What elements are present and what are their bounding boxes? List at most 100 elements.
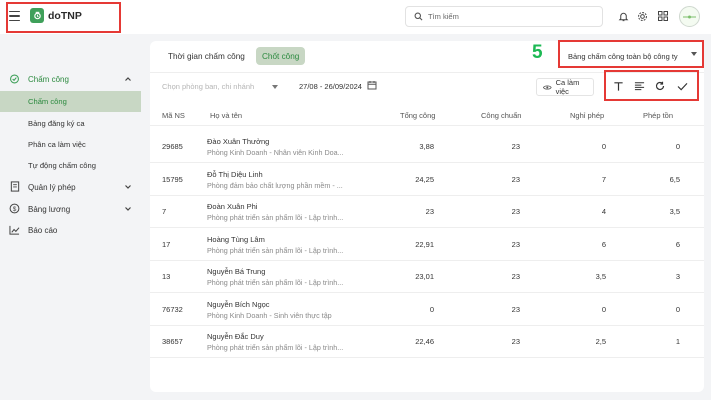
- chevron-up-icon: [125, 77, 131, 81]
- clock-check-icon: [9, 73, 20, 84]
- cell-leave: 2,5: [595, 337, 606, 346]
- cell-employee-name: Đào Xuân Thưởng: [207, 137, 270, 146]
- cell-total: 22,46: [415, 337, 434, 346]
- apps-grid-icon[interactable]: [657, 10, 669, 22]
- align-left-icon[interactable]: [632, 79, 646, 93]
- sidebar-item-bang-dang-ky-ca[interactable]: Bảng đăng ký ca: [0, 113, 141, 134]
- text-format-icon[interactable]: [611, 79, 625, 93]
- sidebar-group-label: Quản lý phép: [28, 182, 76, 192]
- sidebar-group-bang-luong[interactable]: $ Bảng lương: [0, 199, 141, 219]
- annotation-number: 5: [532, 42, 543, 63]
- dept-select[interactable]: Chọn phòng ban, chi nhánh: [162, 82, 254, 91]
- cell-employee-id: 15795: [162, 174, 183, 184]
- cell-standard: 23: [511, 174, 520, 184]
- sidebar-group-cham-cong[interactable]: Chấm công: [0, 69, 141, 89]
- company-select-value: Bảng chấm công toàn bộ công ty: [568, 51, 678, 61]
- column-header-nghi-phep[interactable]: Nghỉ phép: [570, 111, 604, 120]
- search-box[interactable]: [405, 6, 603, 27]
- cell-standard: 23: [511, 207, 520, 216]
- date-range[interactable]: 27/08 - 26/09/2024: [299, 82, 362, 91]
- search-input[interactable]: [428, 12, 598, 21]
- cell-total: 24,25: [415, 174, 434, 184]
- cell-standard: 23: [511, 272, 520, 281]
- tab-chot-cong[interactable]: Chốt công: [256, 47, 306, 65]
- refresh-icon[interactable]: [653, 79, 667, 93]
- cell-remaining: 6,5: [669, 174, 680, 184]
- cell-leave: 0: [601, 304, 606, 314]
- avatar[interactable]: [679, 6, 700, 27]
- shift-button-label: Ca làm việc: [555, 78, 580, 96]
- column-header-cong-chuan[interactable]: Công chuẩn: [481, 111, 521, 120]
- cell-employee-id: 7: [162, 207, 167, 216]
- sidebar-group-label: Chấm công: [28, 74, 69, 84]
- cell-employee-dept: Phòng phát triển sản phẩm lõi - Lập trìn…: [207, 343, 344, 352]
- cell-total: 23,01: [415, 272, 434, 281]
- cell-employee-dept: Phòng đảm bảo chất lượng phần mềm - ...: [207, 180, 343, 190]
- check-icon[interactable]: [675, 79, 689, 93]
- cell-employee-dept: Phòng phát triển sản phẩm lõi - Lập trìn…: [207, 245, 344, 255]
- sidebar-group-label: Bảng lương: [28, 204, 71, 214]
- cell-employee-id: 76732: [162, 304, 183, 314]
- sidebar-item-cham-cong[interactable]: Chấm công: [0, 91, 141, 112]
- cell-remaining: 1: [675, 337, 680, 346]
- caret-down-icon: [272, 85, 278, 89]
- tab-thoi-gian-cham-cong[interactable]: Thời gian chấm công: [168, 47, 245, 65]
- chevron-down-icon: [125, 185, 131, 189]
- sidebar-item-tu-dong[interactable]: Tự động chấm công: [0, 155, 141, 176]
- cell-standard: 23: [511, 337, 520, 346]
- cell-employee-dept: Phòng Kinh Doanh - Nhân viên Kinh Doa...: [207, 148, 344, 157]
- user-avatar-icon: [683, 15, 696, 18]
- cell-total: 0: [429, 304, 434, 314]
- cell-total: 23: [425, 207, 434, 216]
- cell-leave: 4: [601, 207, 606, 216]
- column-header-tong-cong[interactable]: Tổng công: [400, 111, 435, 120]
- cell-remaining: 3: [675, 272, 680, 281]
- cell-employee-name: Đỗ Thị Diệu Linh: [207, 169, 263, 179]
- cell-employee-id: 29685: [162, 142, 183, 151]
- column-header-ho-ten[interactable]: Họ và tên: [210, 111, 242, 120]
- cell-employee-dept: Phòng phát triển sản phẩm lõi - Lập trìn…: [207, 213, 344, 222]
- sidebar-item-phan-ca[interactable]: Phân ca làm việc: [0, 134, 141, 155]
- cell-remaining: 0: [675, 304, 680, 314]
- svg-text:$: $: [13, 206, 17, 213]
- cell-employee-name: Nguyễn Bích Ngọc: [207, 299, 270, 309]
- sidebar-group-label: Báo cáo: [28, 225, 58, 235]
- cell-standard: 23: [511, 142, 520, 151]
- cell-leave: 6: [601, 239, 606, 249]
- search-icon: [414, 12, 423, 21]
- sidebar-group-bao-cao[interactable]: Báo cáo: [0, 220, 141, 240]
- cell-employee-id: 17: [162, 239, 171, 249]
- eye-icon: [543, 85, 552, 89]
- company-select[interactable]: Bảng chấm công toàn bộ công ty: [562, 49, 699, 63]
- caret-down-icon: [691, 52, 697, 56]
- cell-standard: 23: [511, 304, 520, 314]
- calendar-icon[interactable]: [367, 80, 377, 90]
- cell-employee-dept: Phòng phát triển sản phẩm lõi - Lập trìn…: [207, 278, 344, 287]
- cell-employee-id: 38657: [162, 337, 183, 346]
- column-header-phep-ton[interactable]: Phép tồn: [643, 111, 673, 120]
- cell-employee-name: Nguyễn Đắc Duy: [207, 332, 264, 341]
- cell-employee-dept: Phòng Kinh Doanh - Sinh viên thực tập: [207, 310, 332, 320]
- gear-icon[interactable]: [636, 10, 648, 22]
- cell-remaining: 0: [675, 142, 680, 151]
- cell-remaining: 6: [675, 239, 680, 249]
- column-header-ma-ns[interactable]: Mã NS: [162, 111, 185, 120]
- cell-employee-id: 13: [162, 272, 171, 281]
- highlight-box-logo: [6, 2, 121, 33]
- cell-total: 22,91: [415, 239, 434, 249]
- cell-employee-name: Hoàng Tùng Lâm: [207, 234, 265, 244]
- dollar-icon: $: [9, 203, 20, 214]
- sidebar-group-quan-ly-phep[interactable]: Quản lý phép: [0, 177, 141, 197]
- document-icon: [9, 181, 20, 192]
- cell-total: 3,88: [419, 142, 434, 151]
- chevron-down-icon: [125, 207, 131, 211]
- bell-icon[interactable]: [617, 10, 629, 22]
- cell-leave: 7: [601, 174, 606, 184]
- cell-employee-name: Đoàn Xuân Phi: [207, 202, 258, 211]
- shift-button[interactable]: Ca làm việc: [536, 78, 594, 96]
- cell-standard: 23: [511, 239, 520, 249]
- cell-leave: 0: [601, 142, 606, 151]
- line-chart-icon: [9, 224, 20, 235]
- cell-employee-name: Nguyễn Bá Trung: [207, 267, 266, 276]
- cell-leave: 3,5: [595, 272, 606, 281]
